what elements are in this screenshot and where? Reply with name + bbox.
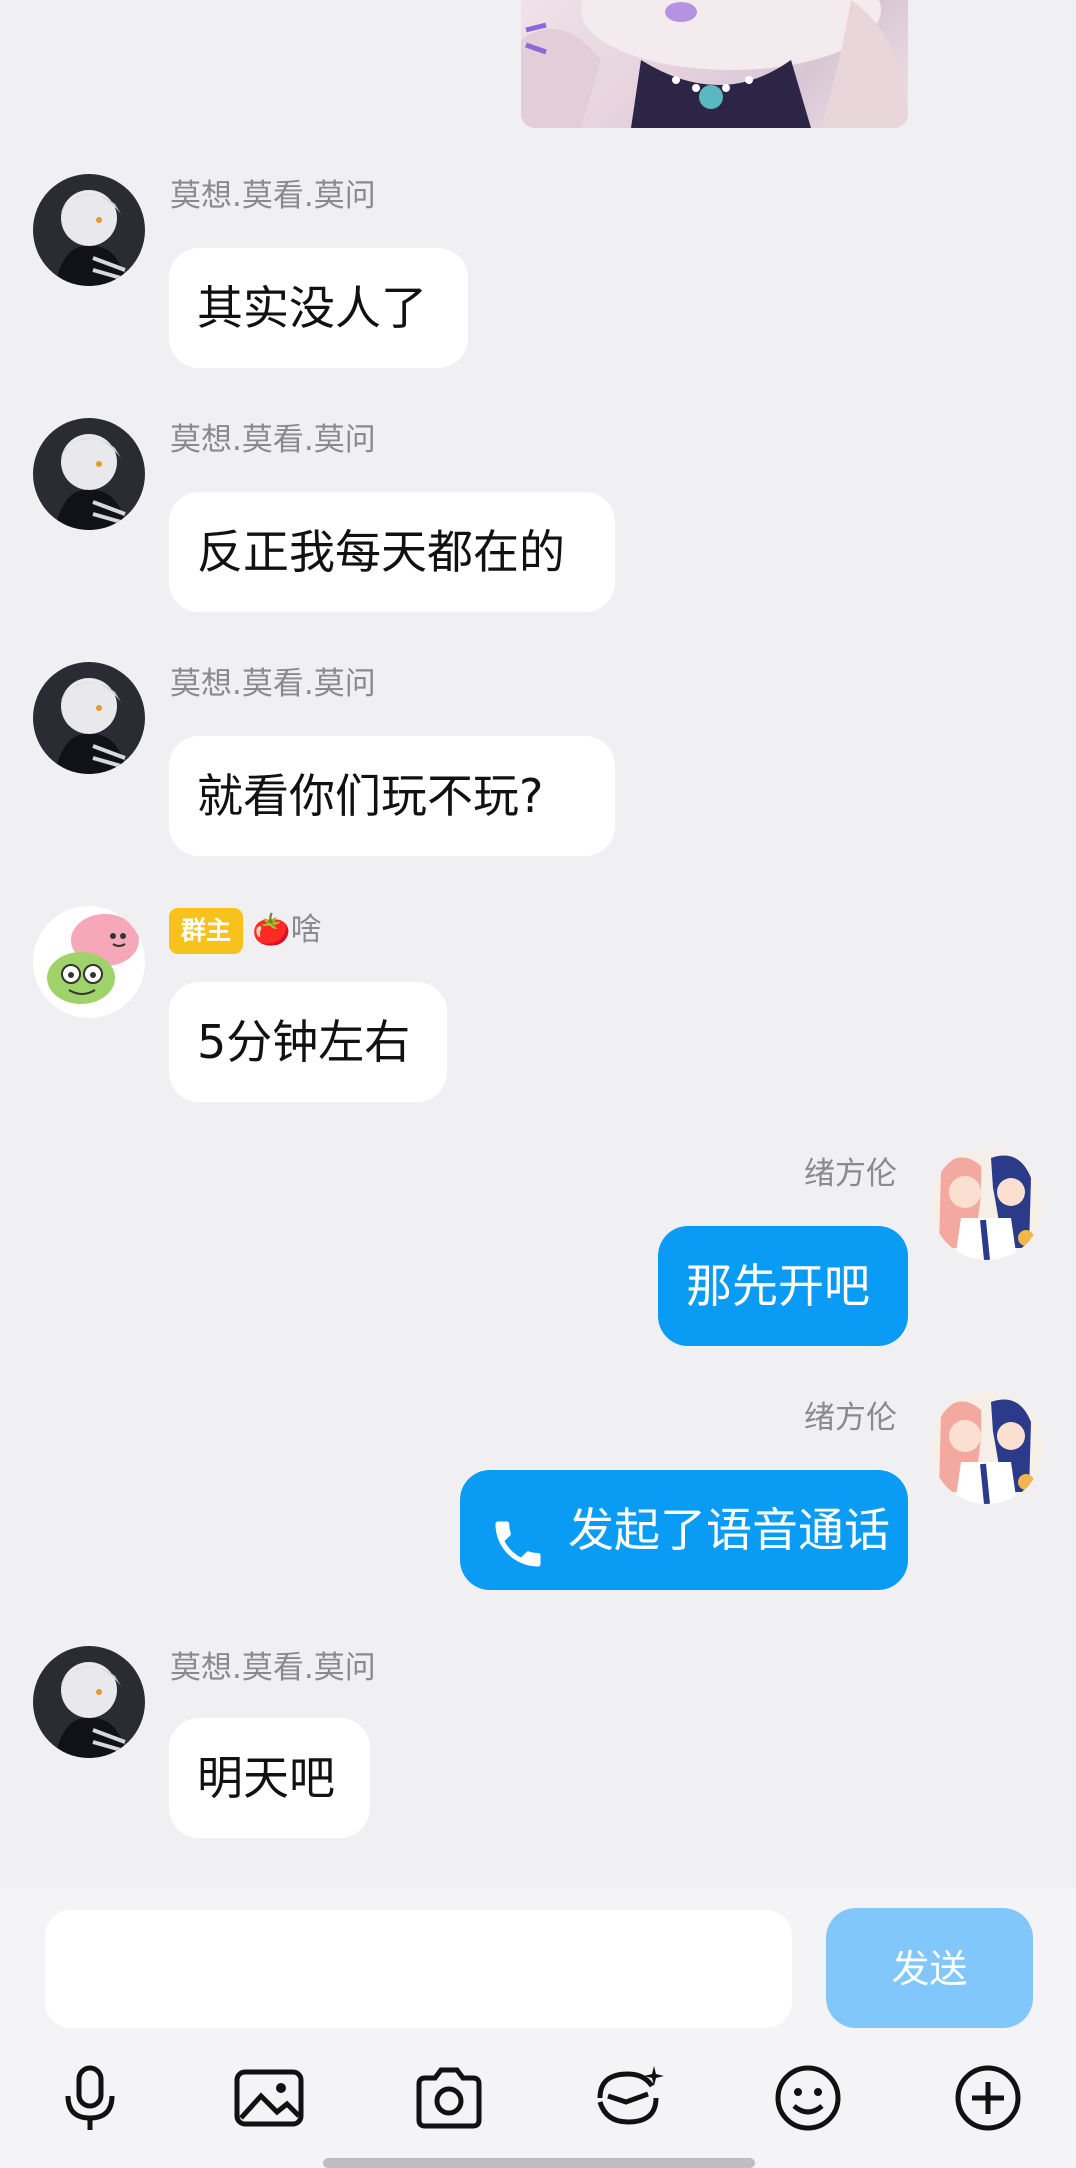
avatar[interactable]: [931, 1148, 1043, 1260]
message-row-self: 绪方伦 发起了语音通话: [0, 1390, 1076, 1600]
plus-icon[interactable]: [948, 2058, 1028, 2138]
message-row: 莫想.莫看.莫问 反正我每天都在的: [0, 414, 1076, 624]
avatar[interactable]: [931, 1392, 1043, 1504]
sender-name: 莫想.莫看.莫问: [170, 666, 376, 702]
message-row: 莫想.莫看.莫问 其实没人了: [0, 170, 1076, 380]
group-owner-badge: 群主: [169, 908, 244, 954]
tomato-emoji: 🍅: [252, 912, 291, 948]
sender-name: 莫想.莫看.莫问: [170, 178, 376, 214]
sender-name: 绪方伦: [804, 1400, 897, 1436]
camera-icon[interactable]: [409, 2058, 489, 2138]
message-row-self: 绪方伦 那先开吧: [0, 1146, 1076, 1356]
shared-image[interactable]: [521, 0, 908, 128]
message-input[interactable]: [45, 1910, 792, 2028]
sticker-icon[interactable]: [588, 2058, 668, 2138]
phone-icon: [488, 1498, 548, 1566]
message-bubble[interactable]: 其实没人了: [169, 248, 468, 368]
sender-name: 莫想.莫看.莫问: [170, 1650, 376, 1686]
message-bubble[interactable]: 5分钟左右: [169, 982, 447, 1102]
message-row: 莫想.莫看.莫问 明天吧: [0, 1634, 1076, 1844]
voice-call-bubble[interactable]: 发起了语音通话: [460, 1470, 908, 1590]
sender-name: 莫想.莫看.莫问: [170, 422, 376, 458]
avatar[interactable]: [33, 174, 145, 286]
sender-name: 绪方伦: [804, 1156, 897, 1192]
call-label: 发起了语音通话: [568, 1503, 890, 1557]
send-button[interactable]: 发送: [826, 1908, 1033, 2028]
message-bubble[interactable]: 那先开吧: [658, 1226, 908, 1346]
image-icon[interactable]: [229, 2058, 309, 2138]
input-bar: 发送: [0, 1888, 1076, 2168]
emoji-icon[interactable]: [768, 2058, 848, 2138]
message-row: 群主 🍅啥 5分钟左右: [0, 902, 1076, 1112]
mic-icon[interactable]: [50, 2058, 130, 2138]
message-bubble[interactable]: 就看你们玩不玩?: [169, 736, 615, 856]
avatar[interactable]: [33, 418, 145, 530]
avatar[interactable]: [33, 906, 145, 1018]
home-indicator[interactable]: [323, 2158, 755, 2168]
sender-name: 🍅啥: [252, 912, 322, 948]
avatar[interactable]: [33, 1646, 145, 1758]
message-bubble[interactable]: 反正我每天都在的: [169, 492, 615, 612]
message-row: 莫想.莫看.莫问 就看你们玩不玩?: [0, 658, 1076, 868]
message-bubble[interactable]: 明天吧: [169, 1718, 370, 1838]
avatar[interactable]: [33, 662, 145, 774]
